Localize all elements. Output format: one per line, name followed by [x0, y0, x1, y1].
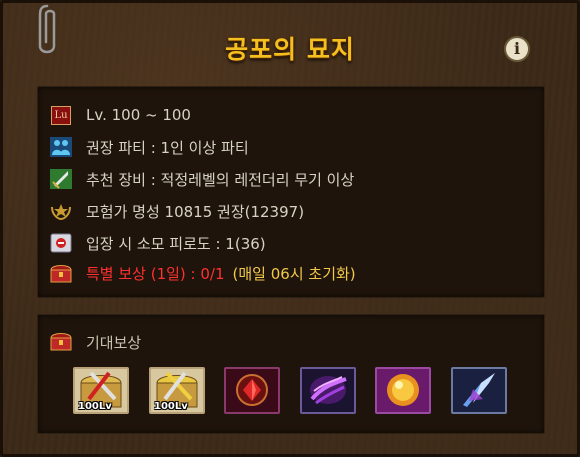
- level-row: Lu Lv. 100 ~ 100: [50, 103, 191, 127]
- reward-item-purple-orb[interactable]: [300, 367, 356, 414]
- treasure-chest-icon: [50, 262, 72, 284]
- reward-item-red-gem[interactable]: [224, 367, 280, 414]
- reward-item-weapon-box[interactable]: 100Lv: [149, 367, 205, 414]
- reward-label: 기대보상: [86, 333, 142, 352]
- equipment-row: 추천 장비 : 적정레벨의 레전더리 무기 이상: [50, 167, 354, 191]
- reward-header: 기대보상: [50, 330, 141, 354]
- dungeon-title: 공포의 묘지: [225, 35, 355, 64]
- fatigue-text: 입장 시 소모 피로도 : 1(36): [86, 234, 266, 253]
- blue-crystal-icon: [453, 369, 505, 412]
- party-text: 권장 파티 : 1인 이상 파티: [86, 138, 249, 157]
- reset-note-text: (매일 06시 초기화): [232, 264, 356, 283]
- party-row: 권장 파티 : 1인 이상 파티: [50, 135, 249, 159]
- level-text: Lv. 100 ~ 100: [86, 106, 191, 124]
- reward-item-golden-orb[interactable]: [375, 367, 431, 414]
- reward-item-blue-crystal[interactable]: [451, 367, 507, 414]
- equipment-text: 추천 장비 : 적정레벨의 레전더리 무기 이상: [86, 170, 355, 189]
- sword-icon: [50, 168, 72, 190]
- reward-chest-icon: [50, 331, 72, 353]
- info-button[interactable]: i: [504, 36, 530, 62]
- fame-text: 모험가 명성 10815 권장(12397): [86, 202, 305, 221]
- reward-item-weapon-box[interactable]: 100Lv: [73, 367, 129, 414]
- level-icon: Lu: [50, 104, 72, 126]
- purple-orb-icon: [302, 369, 354, 412]
- fame-row: 모험가 명성 10815 권장(12397): [50, 199, 304, 223]
- golden-orb-icon: [377, 369, 429, 412]
- special-reward-text: 특별 보상 (1일) : 0/1: [86, 264, 225, 283]
- special-reward-row: 특별 보상 (1일) : 0/1 (매일 06시 초기화): [50, 261, 356, 285]
- fatigue-icon: [50, 232, 72, 254]
- fame-laurel-icon: [50, 200, 72, 222]
- party-icon: [50, 136, 72, 158]
- red-gem-icon: [226, 369, 278, 412]
- fatigue-row: 입장 시 소모 피로도 : 1(36): [50, 231, 266, 255]
